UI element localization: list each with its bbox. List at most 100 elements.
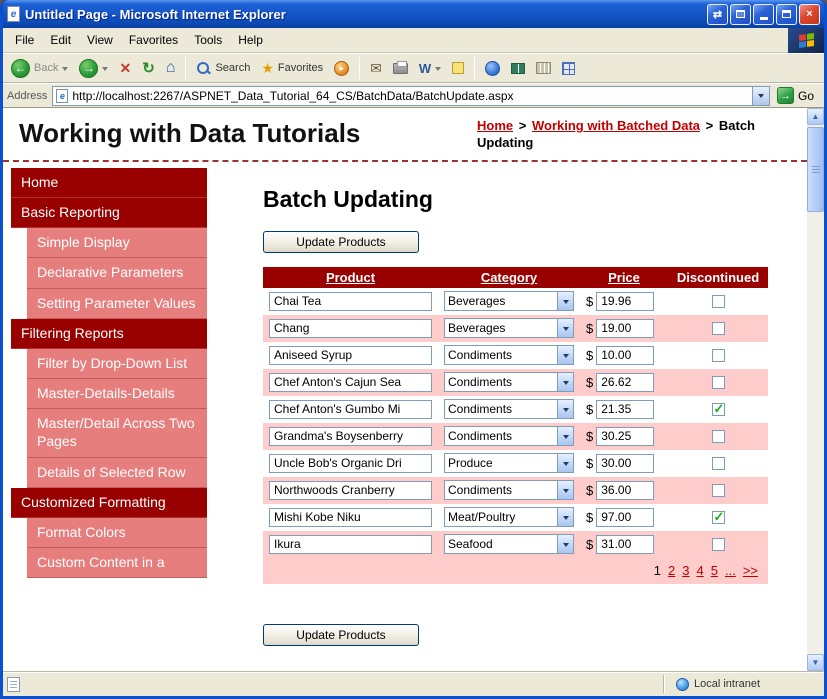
sidebar-item-simple-display[interactable]: Simple Display xyxy=(27,228,207,259)
category-select[interactable]: Condiments xyxy=(444,372,574,393)
back-button[interactable]: ← Back xyxy=(7,57,72,80)
mail-button[interactable]: ✉ xyxy=(366,58,386,79)
scroll-down-button[interactable]: ▼ xyxy=(807,654,824,671)
discontinued-checkbox[interactable] xyxy=(711,483,725,497)
messenger-button[interactable] xyxy=(481,59,504,78)
library-button[interactable] xyxy=(532,60,555,76)
edit-with-word-button[interactable]: W xyxy=(415,59,445,78)
titlebar-arrows-button[interactable]: ⇄ xyxy=(707,3,728,25)
breadcrumb-section-link[interactable]: Working with Batched Data xyxy=(532,118,700,133)
home-button[interactable]: ⌂ xyxy=(162,57,180,79)
stop-button[interactable]: ✕ xyxy=(115,58,135,79)
category-dropdown-button[interactable] xyxy=(557,346,573,365)
column-header-product[interactable]: Product xyxy=(263,270,438,285)
category-select[interactable]: Condiments xyxy=(444,426,574,447)
price-input[interactable] xyxy=(596,507,655,527)
sidebar-item-filtering-reports[interactable]: Filtering Reports xyxy=(11,318,207,349)
pager-ellipsis[interactable]: ... xyxy=(725,563,736,578)
print-button[interactable] xyxy=(389,60,412,76)
category-dropdown-button[interactable] xyxy=(557,535,573,554)
product-input[interactable] xyxy=(269,372,432,392)
price-input[interactable] xyxy=(596,372,655,392)
product-input[interactable] xyxy=(269,507,432,527)
category-dropdown-button[interactable] xyxy=(557,508,573,527)
price-input[interactable] xyxy=(596,480,655,500)
scroll-up-button[interactable]: ▲ xyxy=(807,108,824,125)
forward-button[interactable]: → xyxy=(75,57,112,80)
close-button[interactable]: × xyxy=(799,3,820,25)
discontinued-checkbox[interactable] xyxy=(711,294,725,308)
category-select[interactable]: Meat/Poultry xyxy=(444,507,574,528)
price-input[interactable] xyxy=(596,399,655,419)
menu-help[interactable]: Help xyxy=(230,30,271,50)
price-input[interactable] xyxy=(596,426,655,446)
price-input[interactable] xyxy=(596,318,655,338)
category-dropdown-button[interactable] xyxy=(557,454,573,473)
media-button[interactable]: ▸ xyxy=(330,59,353,78)
discontinued-checkbox[interactable] xyxy=(711,537,725,551)
discontinued-checkbox[interactable] xyxy=(711,321,725,335)
category-select[interactable]: Condiments xyxy=(444,480,574,501)
discontinued-checkbox[interactable] xyxy=(711,456,725,470)
sidebar-item-customized-formatting[interactable]: Customized Formatting xyxy=(11,487,207,519)
scrollbar-thumb[interactable] xyxy=(807,127,824,212)
discontinued-checkbox[interactable] xyxy=(711,401,725,417)
sidebar-item-home[interactable]: Home xyxy=(11,167,207,198)
tiles-button[interactable] xyxy=(558,60,579,77)
category-dropdown-button[interactable] xyxy=(557,292,573,311)
discontinued-checkbox[interactable] xyxy=(711,375,725,389)
category-dropdown-button[interactable] xyxy=(557,427,573,446)
category-select[interactable]: Condiments xyxy=(444,399,574,420)
sidebar-item-declarative-parameters[interactable]: Declarative Parameters xyxy=(27,258,207,289)
product-input[interactable] xyxy=(269,291,432,311)
price-input[interactable] xyxy=(596,291,655,311)
sidebar-item-master-detail-across-two-pages[interactable]: Master/Detail Across Two Pages xyxy=(27,409,207,458)
category-dropdown-button[interactable] xyxy=(557,481,573,500)
discontinued-checkbox[interactable] xyxy=(711,348,725,362)
sidebar-item-format-colors[interactable]: Format Colors xyxy=(27,518,207,549)
discuss-button[interactable] xyxy=(448,60,468,76)
vertical-scrollbar[interactable]: ▲ ▼ xyxy=(807,108,824,671)
menu-view[interactable]: View xyxy=(79,30,121,50)
product-input[interactable] xyxy=(269,345,432,365)
sidebar-item-basic-reporting[interactable]: Basic Reporting xyxy=(11,197,207,229)
column-header-category[interactable]: Category xyxy=(438,270,580,285)
menu-tools[interactable]: Tools xyxy=(186,30,230,50)
menu-file[interactable]: File xyxy=(7,30,42,50)
favorites-button[interactable]: ★ Favorites xyxy=(257,58,327,79)
menu-favorites[interactable]: Favorites xyxy=(121,30,186,50)
minimize-button[interactable] xyxy=(753,3,774,25)
product-input[interactable] xyxy=(269,534,432,554)
price-input[interactable] xyxy=(596,453,655,473)
sidebar-item-setting-parameter-values[interactable]: Setting Parameter Values xyxy=(27,288,207,319)
product-input[interactable] xyxy=(269,480,432,500)
category-select[interactable]: Beverages xyxy=(444,291,574,312)
category-select[interactable]: Produce xyxy=(444,453,574,474)
discontinued-checkbox[interactable] xyxy=(711,429,725,443)
price-input[interactable] xyxy=(596,345,655,365)
sidebar-item-custom-content[interactable]: Custom Content in a xyxy=(27,548,207,579)
category-select[interactable]: Seafood xyxy=(444,534,574,555)
search-button[interactable]: Search xyxy=(192,59,254,78)
product-input[interactable] xyxy=(269,426,432,446)
titlebar-window-button[interactable] xyxy=(730,3,751,25)
pager-page-5[interactable]: 5 xyxy=(711,563,718,578)
menu-edit[interactable]: Edit xyxy=(42,30,79,50)
pager-next[interactable]: >> xyxy=(743,563,758,578)
breadcrumb-home-link[interactable]: Home xyxy=(477,118,513,133)
sidebar-item-filter-by-dropdown-list[interactable]: Filter by Drop-Down List xyxy=(27,348,207,380)
product-input[interactable] xyxy=(269,399,432,419)
discontinued-checkbox[interactable] xyxy=(711,509,725,525)
product-input[interactable] xyxy=(269,453,432,473)
refresh-button[interactable]: ↻ xyxy=(138,57,159,79)
category-dropdown-button[interactable] xyxy=(557,400,573,419)
address-dropdown-button[interactable] xyxy=(751,86,769,105)
pager-page-2[interactable]: 2 xyxy=(668,563,675,578)
maximize-button[interactable] xyxy=(776,3,797,25)
category-dropdown-button[interactable] xyxy=(557,319,573,338)
address-input[interactable]: e http://localhost:2267/ASPNET_Data_Tuto… xyxy=(52,85,770,106)
column-header-price[interactable]: Price xyxy=(580,270,668,285)
sidebar-item-master-details-details[interactable]: Master-Details-Details xyxy=(27,379,207,410)
research-button[interactable] xyxy=(507,61,529,76)
price-input[interactable] xyxy=(596,534,655,554)
